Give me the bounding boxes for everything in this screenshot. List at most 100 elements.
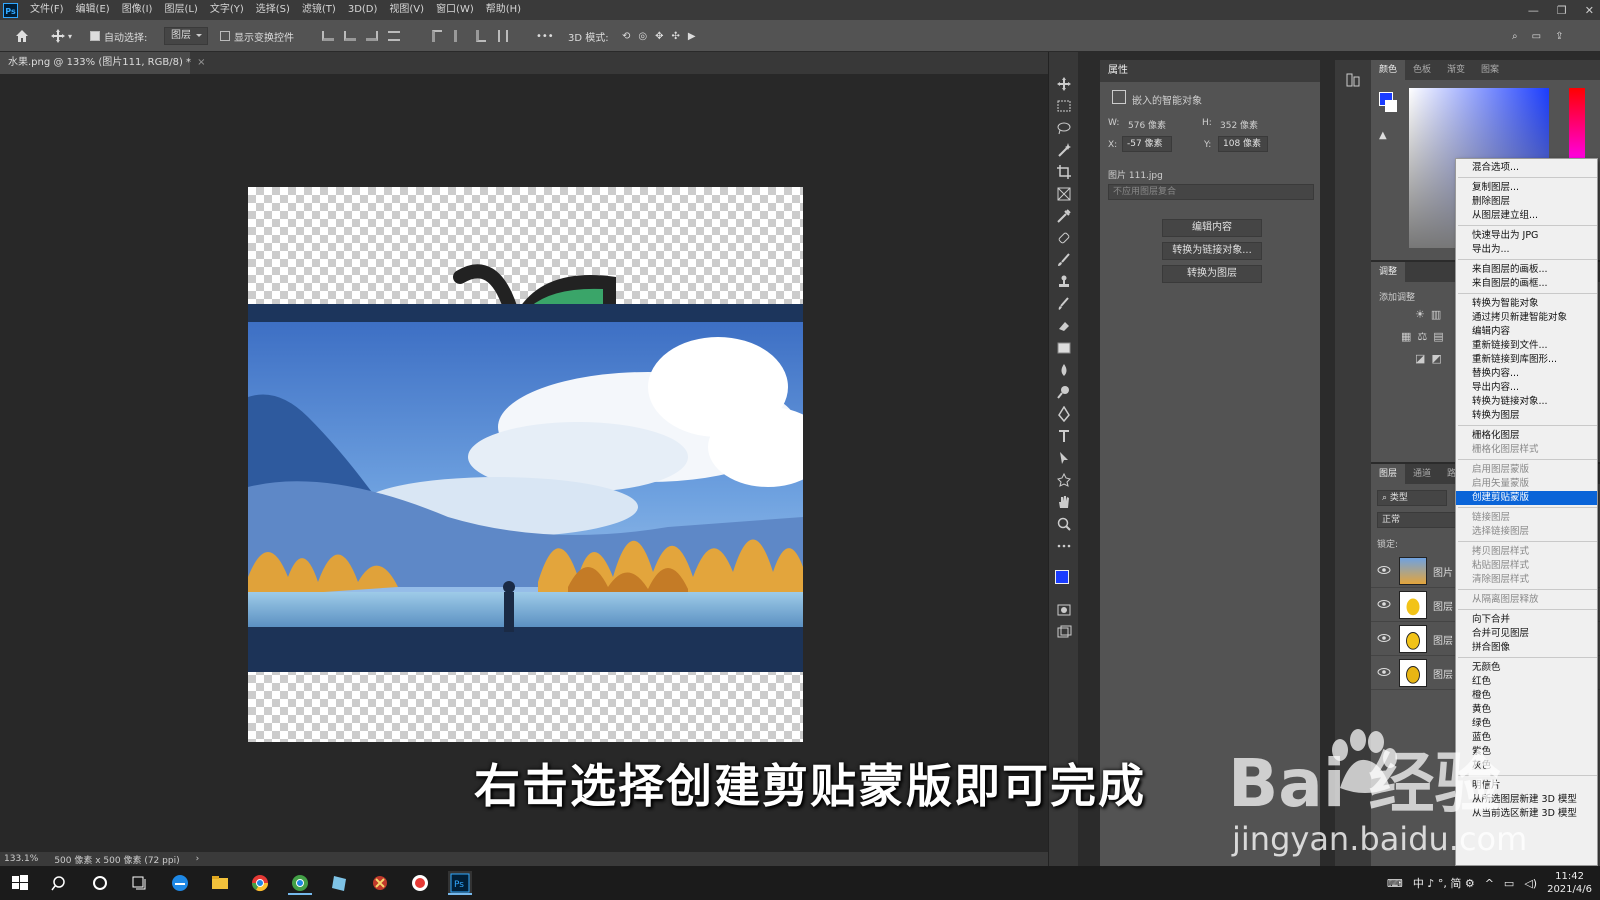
menu-item-create-clipping-mask[interactable]: 创建剪贴蒙版 bbox=[1456, 491, 1597, 505]
lasso-tool-icon[interactable] bbox=[1056, 120, 1072, 136]
move-tool-icon[interactable]: ▾ bbox=[50, 20, 72, 52]
blend-mode-select[interactable]: 正常 bbox=[1377, 512, 1457, 528]
brush-tool-icon[interactable] bbox=[1056, 252, 1072, 268]
layer-name[interactable]: 图层 bbox=[1433, 632, 1453, 647]
context-menu-item[interactable]: 绿色 bbox=[1456, 717, 1597, 731]
search-icon[interactable] bbox=[48, 871, 72, 895]
context-menu-item[interactable]: 转换为图层 bbox=[1456, 409, 1597, 423]
eyedropper-tool-icon[interactable] bbox=[1056, 208, 1072, 224]
path-selection-tool-icon[interactable] bbox=[1056, 450, 1072, 466]
tab-swatches[interactable]: 色板 bbox=[1405, 60, 1439, 80]
blur-tool-icon[interactable] bbox=[1056, 362, 1072, 378]
menu-select[interactable]: 选择(S) bbox=[250, 0, 296, 20]
game-app-icon[interactable] bbox=[368, 871, 392, 895]
input-method-indicators[interactable]: 中 ♪ °, 简 ⚙ bbox=[1413, 875, 1475, 891]
more-options-button[interactable]: ••• bbox=[536, 20, 554, 52]
adjustment-icons-row3[interactable]: ◪◩ bbox=[1415, 352, 1448, 365]
tab-color[interactable]: 颜色 bbox=[1371, 60, 1406, 80]
menu-image[interactable]: 图像(I) bbox=[116, 0, 159, 20]
volume-icon[interactable]: ◁) bbox=[1524, 877, 1537, 890]
layer-name[interactable]: 图片 bbox=[1433, 564, 1453, 579]
auto-select-checkbox[interactable]: 自动选择: bbox=[90, 20, 147, 52]
document-tab[interactable]: 水果.png @ 133% (图片111, RGB/8) * × bbox=[0, 52, 205, 74]
align-center-icon[interactable] bbox=[344, 31, 356, 41]
zoom-tool-icon[interactable] bbox=[1056, 516, 1072, 532]
edge-browser-icon[interactable] bbox=[168, 871, 192, 895]
context-menu-item[interactable]: 转换为智能对象 bbox=[1456, 297, 1597, 311]
layer-name[interactable]: 图层 bbox=[1433, 666, 1453, 681]
quick-mask-icon[interactable] bbox=[1056, 602, 1072, 618]
status-arrow-icon[interactable]: › bbox=[196, 854, 200, 864]
context-menu-item[interactable]: 重新链接到库图形... bbox=[1456, 353, 1597, 367]
height-value[interactable]: 352 像素 bbox=[1220, 118, 1258, 131]
menu-window[interactable]: 窗口(W) bbox=[430, 0, 480, 20]
marquee-tool-icon[interactable] bbox=[1056, 98, 1072, 114]
magic-wand-tool-icon[interactable] bbox=[1056, 142, 1072, 158]
distribute-icon[interactable] bbox=[388, 31, 400, 41]
move-tool-icon[interactable] bbox=[1056, 76, 1072, 92]
type-tool-icon[interactable] bbox=[1056, 428, 1072, 444]
properties-title[interactable]: 属性 bbox=[1100, 60, 1320, 82]
adjustment-icons-row2[interactable]: ▦⚖▤ bbox=[1401, 330, 1450, 343]
context-menu-item[interactable]: 从图层建立组... bbox=[1456, 209, 1597, 223]
align-bottom-icon[interactable] bbox=[476, 30, 486, 42]
align-left-icon[interactable] bbox=[322, 31, 334, 41]
notepad-app-icon[interactable] bbox=[328, 871, 352, 895]
hand-tool-icon[interactable] bbox=[1056, 494, 1072, 510]
context-menu-item[interactable]: 导出为... bbox=[1456, 243, 1597, 257]
dodge-tool-icon[interactable] bbox=[1056, 384, 1072, 400]
history-brush-tool-icon[interactable] bbox=[1056, 296, 1072, 312]
camera-3d-icon[interactable]: ▶ bbox=[688, 31, 696, 42]
document-canvas[interactable] bbox=[248, 187, 803, 742]
layer-comp-select[interactable]: 不应用图层复合 bbox=[1108, 184, 1314, 200]
context-menu-item[interactable]: 混合选项... bbox=[1456, 161, 1597, 175]
layer-name[interactable]: 图层 bbox=[1433, 598, 1453, 613]
zoom-level[interactable]: 133.1% bbox=[4, 854, 38, 864]
orbit-3d-icon[interactable]: ⟲ bbox=[622, 31, 630, 42]
context-menu-item[interactable]: 粘贴图层样式 bbox=[1456, 559, 1597, 573]
menu-layer[interactable]: 图层(L) bbox=[158, 0, 203, 20]
context-menu-item[interactable]: 拷贝图层样式 bbox=[1456, 545, 1597, 559]
context-menu-item[interactable]: 清除图层样式 bbox=[1456, 573, 1597, 587]
frame-tool-icon[interactable] bbox=[1056, 186, 1072, 202]
cortana-icon[interactable] bbox=[88, 871, 112, 895]
tab-adjustments[interactable]: 调整 bbox=[1371, 262, 1406, 282]
slide-3d-icon[interactable]: ✣ bbox=[672, 31, 680, 42]
convert-to-linked-button[interactable]: 转换为链接对象... bbox=[1162, 242, 1262, 260]
keyboard-icon[interactable]: ⌨ bbox=[1387, 877, 1403, 890]
tab-channels[interactable]: 通道 bbox=[1405, 464, 1439, 484]
context-menu-item[interactable]: 链接图层 bbox=[1456, 511, 1597, 525]
x-field[interactable]: -57 像素 bbox=[1122, 136, 1172, 152]
search-icon[interactable]: ⌕ bbox=[1512, 31, 1518, 42]
context-menu-item[interactable]: 编辑内容 bbox=[1456, 325, 1597, 339]
close-tab-icon[interactable]: × bbox=[197, 57, 205, 68]
width-value[interactable]: 576 像素 bbox=[1128, 118, 1166, 131]
clone-stamp-tool-icon[interactable] bbox=[1056, 274, 1072, 290]
custom-shape-tool-icon[interactable] bbox=[1056, 472, 1072, 488]
context-menu-item[interactable]: 启用图层蒙版 bbox=[1456, 463, 1597, 477]
workspace-icon[interactable]: ▭ bbox=[1532, 31, 1541, 42]
auto-select-dropdown[interactable]: 图层 bbox=[164, 27, 208, 45]
eye-icon[interactable] bbox=[1377, 632, 1391, 644]
context-menu-item[interactable]: 来自图层的画板... bbox=[1456, 263, 1597, 277]
adjustment-icons[interactable]: ☀▥ bbox=[1415, 308, 1447, 321]
context-menu-item[interactable]: 重新链接到文件... bbox=[1456, 339, 1597, 353]
y-field[interactable]: 108 像素 bbox=[1218, 136, 1268, 152]
chrome-browser-icon[interactable] bbox=[248, 871, 272, 895]
context-menu-item[interactable]: 删除图层 bbox=[1456, 195, 1597, 209]
tab-layers[interactable]: 图层 bbox=[1371, 464, 1406, 484]
context-menu-item[interactable]: 启用矢量蒙版 bbox=[1456, 477, 1597, 491]
background-swatch[interactable] bbox=[1385, 100, 1397, 112]
context-menu-item[interactable]: 复制图层... bbox=[1456, 181, 1597, 195]
tab-patterns[interactable]: 图案 bbox=[1473, 60, 1507, 80]
layer-filter-select[interactable]: ⌕ 类型 bbox=[1377, 490, 1447, 506]
menu-file[interactable]: 文件(F) bbox=[24, 0, 70, 20]
minimize-icon[interactable]: — bbox=[1528, 4, 1539, 17]
roll-3d-icon[interactable]: ◎ bbox=[638, 31, 647, 42]
eye-icon[interactable] bbox=[1377, 598, 1391, 610]
context-menu-item[interactable]: 导出内容... bbox=[1456, 381, 1597, 395]
chrome-alt-icon[interactable] bbox=[288, 871, 312, 895]
eye-icon[interactable] bbox=[1377, 564, 1391, 576]
context-menu-item[interactable]: 栅格化图层 bbox=[1456, 429, 1597, 443]
eye-icon[interactable] bbox=[1377, 666, 1391, 678]
